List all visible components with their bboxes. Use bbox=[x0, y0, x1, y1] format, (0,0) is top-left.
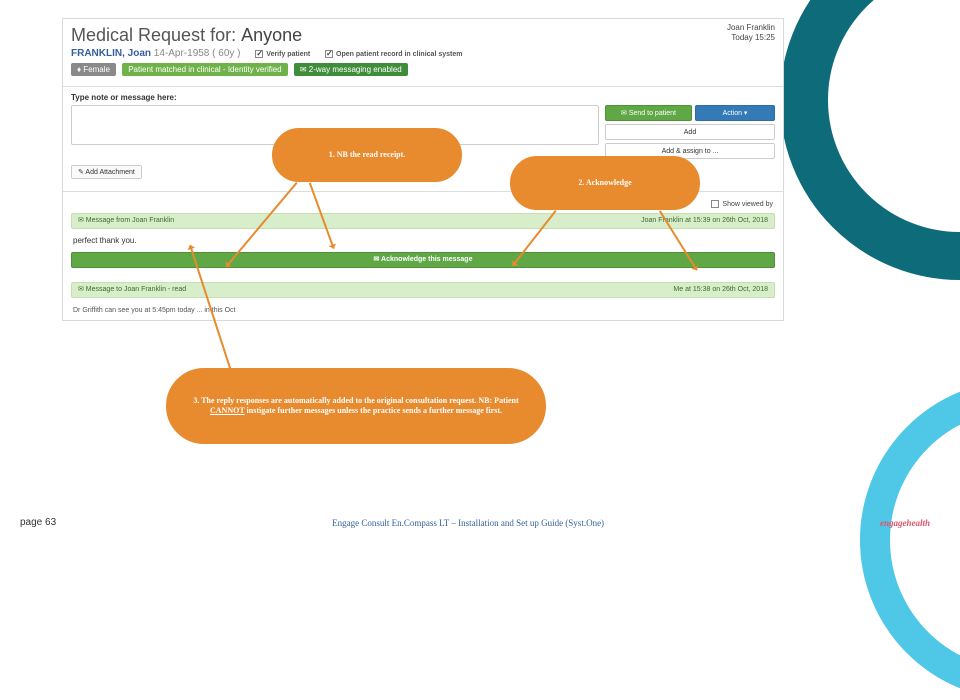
message-to-left: ✉ Message to Joan Franklin - read bbox=[78, 282, 186, 298]
badge-sex: ♦ Female bbox=[71, 63, 116, 76]
add-attachment-button[interactable]: ✎ Add Attachment bbox=[71, 165, 142, 179]
request-header: Medical Request for: Anyone FRANKLIN, Jo… bbox=[63, 19, 783, 80]
patient-name: FRANKLIN, Joan bbox=[71, 48, 151, 59]
send-to-patient-button[interactable]: ✉ Send to patient bbox=[605, 105, 692, 121]
page-title-name: Anyone bbox=[241, 25, 302, 45]
current-user-name: Joan Franklin bbox=[727, 23, 775, 33]
decor-arc-teal bbox=[780, 0, 960, 280]
current-user-box: Joan Franklin Today 15:25 bbox=[727, 23, 775, 42]
current-user-time: Today 15:25 bbox=[727, 33, 775, 43]
badge-twoway: ✉ 2-way messaging enabled bbox=[294, 63, 408, 76]
callout-1: 1. NB the read receipt. bbox=[272, 128, 462, 182]
document-title: Engage Consult En.Compass LT – Installat… bbox=[332, 518, 604, 528]
acknowledge-button[interactable]: ✉ Acknowledge this message bbox=[71, 252, 775, 268]
patient-line: FRANKLIN, Joan 14-Apr-1958 ( 60y ) Verif… bbox=[71, 48, 775, 59]
page-title: Medical Request for: Anyone bbox=[71, 25, 775, 46]
verify-patient-checkbox[interactable]: Verify patient bbox=[255, 50, 310, 58]
message-from-right: Joan Franklin at 15:39 on 26th Oct, 2018 bbox=[641, 213, 768, 229]
badge-row: ♦ Female Patient matched in clinical - I… bbox=[71, 63, 775, 76]
verify-patient-label: Verify patient bbox=[266, 51, 310, 58]
callout-2-text: 2. Acknowledge bbox=[578, 178, 631, 188]
compose-buttons: ✉ Send to patient Action ▾ Add Add & ass… bbox=[605, 105, 775, 159]
page-number: page 63 bbox=[20, 517, 56, 528]
callout-1-text: 1. NB the read receipt. bbox=[329, 150, 406, 160]
open-record-checkbox[interactable]: Open patient record in clinical system bbox=[325, 50, 462, 58]
patient-dob: 14-Apr-1958 ( 60y ) bbox=[154, 48, 241, 59]
callout-3-text: 3. The reply responses are automatically… bbox=[183, 396, 529, 417]
message-to-body-cutoff: Dr Griffith can see you at 5:45pm today … bbox=[63, 301, 783, 320]
message-to-right: Me at 15:38 on 26th Oct, 2018 bbox=[673, 282, 768, 298]
slide-footer: page 63 Engage Consult En.Compass LT – I… bbox=[0, 517, 960, 528]
decor-arc-blue bbox=[860, 380, 960, 700]
show-viewed-by-label: Show viewed by bbox=[722, 201, 773, 208]
message-from-left: ✉ Message from Joan Franklin bbox=[78, 213, 174, 229]
badge-matched: Patient matched in clinical - Identity v… bbox=[122, 63, 287, 76]
action-dropdown[interactable]: Action ▾ bbox=[695, 105, 775, 121]
divider bbox=[63, 86, 783, 87]
callout-3: 3. The reply responses are automatically… bbox=[166, 368, 546, 444]
message-to-header[interactable]: ✉ Message to Joan Franklin - read Me at … bbox=[71, 282, 775, 298]
compose-label: Type note or message here: bbox=[63, 93, 783, 105]
brand-mark: engagehealth bbox=[880, 518, 930, 528]
callout-2: 2. Acknowledge bbox=[510, 156, 700, 210]
add-button[interactable]: Add bbox=[605, 124, 775, 140]
page-title-prefix: Medical Request for: bbox=[71, 25, 241, 45]
open-record-label: Open patient record in clinical system bbox=[336, 51, 462, 58]
